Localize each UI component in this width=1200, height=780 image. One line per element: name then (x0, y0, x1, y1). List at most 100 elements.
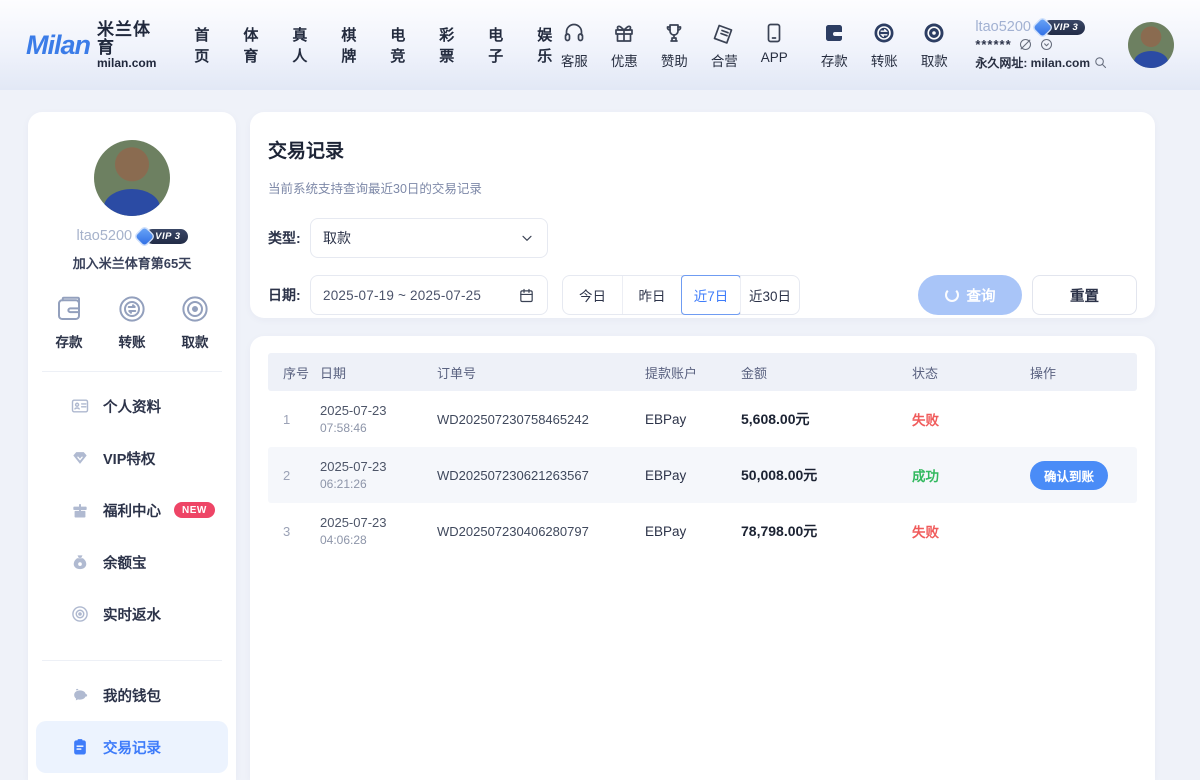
withdraw-icon (922, 21, 946, 45)
deposit-link[interactable]: 存款 (817, 21, 851, 70)
range-today-button[interactable]: 今日 (563, 276, 622, 314)
row-account: EBPay (645, 524, 741, 539)
promo-label: 优惠 (611, 50, 638, 70)
calendar-icon (518, 287, 535, 304)
sidebar-item-vip[interactable]: VIP特权 (36, 432, 228, 484)
sidebar-withdraw-shortcut[interactable]: 取款 (180, 294, 210, 351)
permanent-url-label: 永久网址: milan.com (975, 54, 1090, 71)
header-quick-links: 客服 优惠 赞助 合营 APP (557, 21, 791, 70)
sidebar-item-bets[interactable]: 投注记录 (36, 773, 228, 780)
row-time: 06:21:26 (320, 477, 437, 491)
row-amount: 5,608.00元 (741, 409, 912, 429)
gift-icon (612, 21, 636, 45)
wallet-icon (822, 21, 846, 45)
reset-button[interactable]: 重置 (1032, 275, 1137, 315)
headset-icon (562, 21, 586, 45)
nav-item-home[interactable]: 首页 (194, 24, 214, 66)
promo-link[interactable]: 优惠 (607, 21, 641, 70)
partner-label: 合营 (711, 50, 738, 70)
sidebar-avatar[interactable] (94, 140, 170, 216)
vip-badge: VIP 3 (1036, 20, 1085, 35)
sidebar-item-label: 实时返水 (103, 604, 161, 625)
row-index: 2 (268, 468, 320, 483)
masked-balance: ****** (975, 37, 1011, 52)
sidebar-item-rebate[interactable]: 实时返水 (36, 588, 228, 640)
nav-item-cards[interactable]: 棋牌 (341, 24, 361, 66)
sidebar-item-label: VIP特权 (103, 448, 155, 469)
table-body: 1 2025-07-23 07:58:46 WD2025072307584652… (268, 391, 1137, 559)
top-header: Milan 米兰体育 milan.com 首页 体育 真人 棋牌 电竞 彩票 电… (0, 0, 1200, 90)
sidebar-item-welfare[interactable]: 福利中心 NEW (36, 484, 228, 536)
sidebar-item-profile[interactable]: 个人资料 (36, 380, 228, 432)
row-datetime: 2025-07-23 07:58:46 (320, 403, 437, 435)
sponsor-link[interactable]: 赞助 (657, 21, 691, 70)
nav-item-lottery[interactable]: 彩票 (439, 24, 459, 66)
row-index: 1 (268, 412, 320, 427)
deposit-label: 存款 (821, 50, 848, 70)
header-avatar[interactable] (1128, 22, 1174, 68)
sidebar-item-wallet[interactable]: 我的钱包 (36, 669, 228, 721)
sidebar-shortcuts: 存款 转账 取款 (28, 294, 236, 351)
range-30days-button[interactable]: 近30日 (740, 276, 799, 314)
brand-logo[interactable]: Milan 米兰体育 milan.com (26, 21, 156, 69)
withdraw-link[interactable]: 取款 (917, 21, 951, 70)
brand-domain: milan.com (97, 57, 156, 70)
range-yesterday-button[interactable]: 昨日 (622, 276, 681, 314)
support-link[interactable]: 客服 (557, 21, 591, 70)
sidebar-username: ltao5200 (76, 228, 132, 244)
app-link[interactable]: APP (757, 21, 791, 70)
table-header-row: 序号 日期 订单号 提款账户 金额 状态 操作 (268, 353, 1137, 391)
partner-link[interactable]: 合营 (707, 21, 741, 70)
date-range-input[interactable]: 2025-07-19 ~ 2025-07-25 (310, 275, 548, 315)
nav-item-sports[interactable]: 体育 (243, 24, 263, 66)
sidebar-transfer-shortcut[interactable]: 转账 (117, 294, 147, 351)
sidebar-withdraw-label: 取款 (182, 331, 209, 351)
chevron-down-icon (519, 230, 535, 246)
sidebar-deposit-shortcut[interactable]: 存款 (54, 294, 84, 351)
nav-item-slots[interactable]: 电子 (488, 24, 508, 66)
sidebar-item-transactions[interactable]: 交易记录 (36, 721, 228, 773)
type-select[interactable]: 取款 (310, 218, 548, 258)
nav-item-esports[interactable]: 电竞 (390, 24, 410, 66)
row-date: 2025-07-23 (320, 459, 437, 474)
type-label: 类型: (268, 228, 310, 248)
eye-off-icon[interactable] (1018, 37, 1033, 52)
row-datetime: 2025-07-23 04:06:28 (320, 515, 437, 547)
range-7days-button[interactable]: 近7日 (681, 276, 740, 314)
row-order-no: WD202507230406280797 (437, 524, 645, 539)
row-account: EBPay (645, 468, 741, 483)
query-button[interactable]: 查询 (918, 275, 1022, 315)
transfer-link[interactable]: 转账 (867, 21, 901, 70)
piggy-bank-icon (70, 685, 90, 705)
nav-item-live[interactable]: 真人 (292, 24, 312, 66)
row-status: 失败 (912, 409, 1030, 429)
table-row: 3 2025-07-23 04:06:28 WD2025072304062807… (268, 503, 1137, 559)
id-card-icon (70, 396, 90, 416)
magnifier-icon[interactable] (1093, 55, 1108, 70)
sidebar-deposit-label: 存款 (56, 331, 83, 351)
sidebar-item-yuebao[interactable]: 余额宝 (36, 536, 228, 588)
diamond-icon (70, 448, 90, 468)
col-amount: 金额 (741, 363, 912, 382)
chevron-down-circle-icon[interactable] (1039, 37, 1054, 52)
withdraw-label: 取款 (921, 50, 948, 70)
col-action: 操作 (1030, 363, 1137, 382)
sidebar-transfer-label: 转账 (119, 331, 146, 351)
col-date: 日期 (320, 363, 437, 382)
sidebar-item-label: 福利中心 (103, 500, 161, 521)
row-index: 3 (268, 524, 320, 539)
row-time: 04:06:28 (320, 533, 437, 547)
sidebar-vip-badge: VIP 3 (138, 229, 187, 244)
money-bag-icon (70, 552, 90, 572)
col-status: 状态 (912, 363, 1030, 382)
sidebar-item-label: 个人资料 (103, 396, 161, 417)
row-account: EBPay (645, 412, 741, 427)
main-nav: 首页 体育 真人 棋牌 电竞 彩票 电子 娱乐 (194, 24, 557, 66)
confirm-received-button[interactable]: 确认到账 (1030, 461, 1108, 490)
nav-item-entertainment[interactable]: 娱乐 (537, 24, 557, 66)
quick-range-group: 今日 昨日 近7日 近30日 (562, 275, 800, 315)
row-action-cell: 确认到账 (1030, 461, 1137, 490)
date-range-value: 2025-07-19 ~ 2025-07-25 (323, 288, 481, 303)
transfer-icon (117, 294, 147, 324)
row-time: 07:58:46 (320, 421, 437, 435)
